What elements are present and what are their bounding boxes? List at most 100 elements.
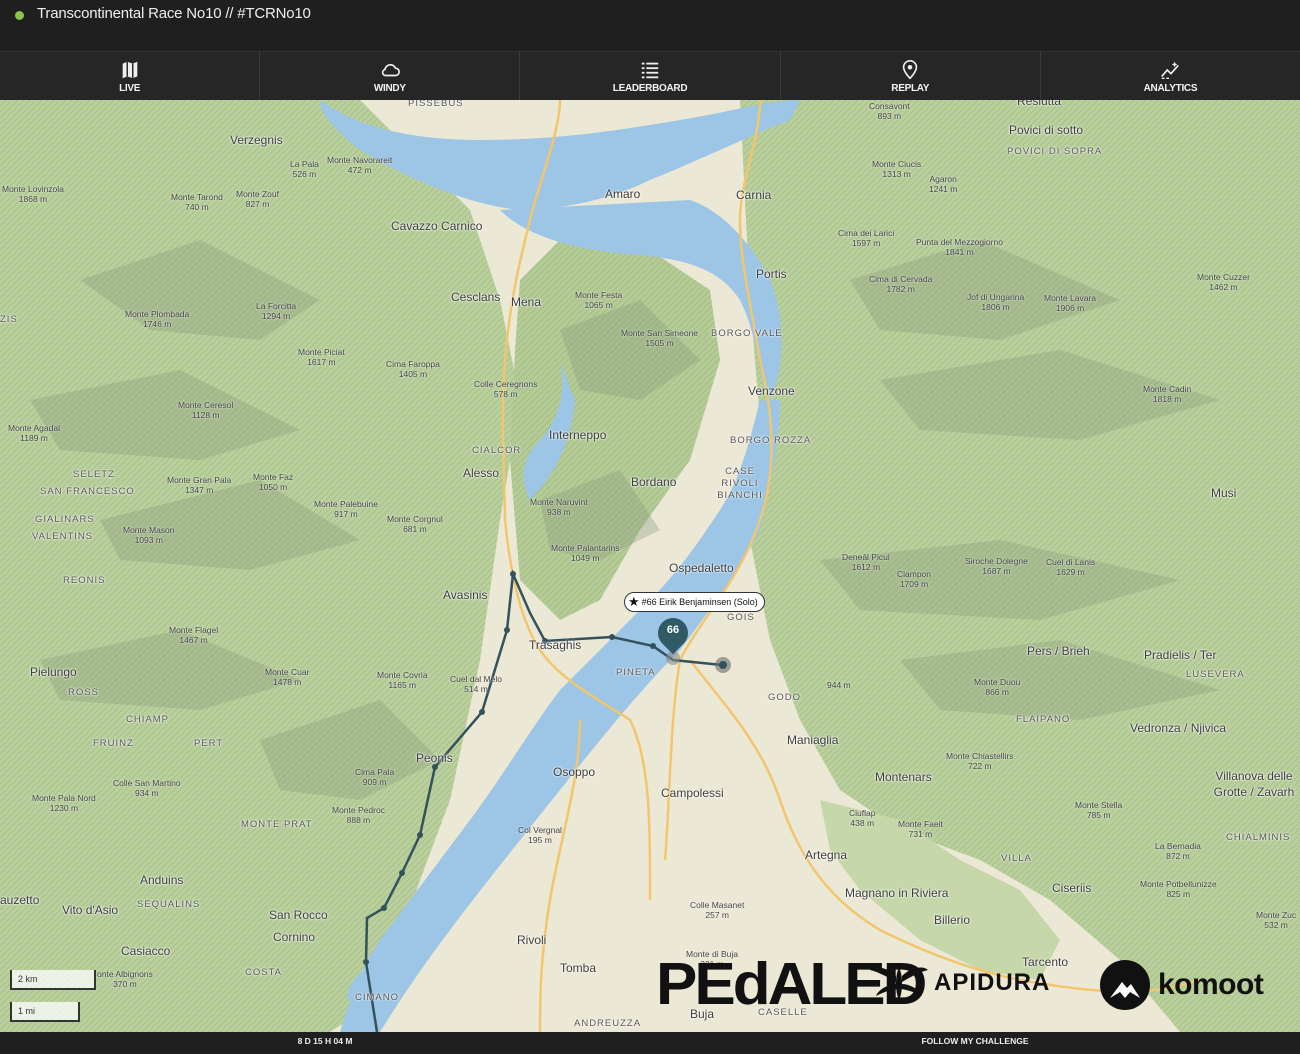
peak-label: Monte Pala Nord 1230 m: [32, 793, 96, 813]
place-label: Artegna: [805, 848, 848, 862]
komoot-logo[interactable]: komoot: [1100, 960, 1264, 1010]
place-label: SAN FRANCESCO: [40, 486, 135, 497]
place-label: Carnia: [736, 188, 772, 202]
place-label: Cornino: [273, 930, 316, 944]
place-label: Pradielis / Ter: [1144, 648, 1217, 662]
komoot-text: komoot: [1158, 968, 1264, 1001]
main-nav: LIVE WINDY LEADERBOARD REPLAY ANALYTICS: [0, 51, 1300, 100]
tab-replay-label: REPLAY: [891, 82, 930, 94]
peak-label: Monte Covria 1165 m: [377, 670, 428, 690]
place-label: Cesclans: [451, 290, 501, 304]
race-map[interactable]: PISSEBUS Verzegnis Amaro Carnia Cavazzo …: [0, 100, 1300, 1032]
peak-label: Monte Flagel 1467 m: [169, 625, 219, 645]
place-label: Villanova delle Grotte / Zavarh: [1213, 769, 1295, 799]
place-label: ZIS: [0, 314, 18, 325]
peak-label: Monte Pedroc 888 m: [332, 805, 385, 825]
place-label: Interneppo: [549, 428, 607, 442]
place-label: FRUINZ: [93, 738, 134, 749]
place-label: Pers / Brieh: [1027, 644, 1090, 658]
peak-label: onte Albignons 370 m: [97, 969, 153, 989]
title-bar: Transcontinental Race No10 // #TCRNo10: [0, 0, 1300, 50]
tab-live-label: LIVE: [119, 82, 141, 94]
peak-label: 944 m: [827, 680, 851, 690]
place-label: Vedronza / Njivica: [1130, 721, 1227, 735]
tab-windy-label: WINDY: [373, 82, 406, 94]
peak-label: Monte Plombada 1746 m: [125, 309, 190, 329]
tab-analytics-label: ANALYTICS: [1143, 82, 1198, 94]
peak-label: La Bernadia 872 m: [1155, 841, 1201, 861]
tab-windy[interactable]: WINDY: [260, 52, 521, 100]
peak-label: Monte San Simeone 1505 m: [621, 328, 699, 348]
peak-label: Col Vergnal 195 m: [518, 825, 562, 845]
peak-label: Monte Faz 1050 m: [253, 472, 294, 492]
peak-label: Monte Chiastellirs 722 m: [946, 751, 1014, 771]
place-label: CHIAMP: [126, 714, 169, 725]
place-label: Resiutta: [1017, 100, 1062, 108]
place-label: PINETA: [616, 667, 656, 678]
place-label: GIALINARS: [35, 514, 95, 525]
place-label: LUSEVERA: [1186, 669, 1245, 680]
peak-label: Monte Palebuine 917 m: [314, 499, 378, 519]
peak-label: Monte Stella 785 m: [1075, 800, 1123, 820]
place-label: Montenars: [875, 770, 932, 784]
peak-label: Monte Corgnul 681 m: [387, 514, 443, 534]
peak-label: Monte Zouf 827 m: [236, 189, 279, 209]
place-label: BORGO VALE: [711, 328, 783, 339]
komoot-mark-icon: [1100, 960, 1150, 1010]
app-title: Transcontinental Race No10 // #TCRNo10: [37, 5, 311, 22]
tab-analytics[interactable]: ANALYTICS: [1041, 52, 1300, 100]
place-label: COSTA: [245, 967, 283, 978]
peak-label: Monte Piciat 1617 m: [298, 347, 345, 367]
place-label: Povici di sotto: [1009, 123, 1084, 137]
peak-label: Monte Lavara 1906 m: [1044, 293, 1096, 313]
place-label: ROSS: [68, 687, 99, 698]
place-label: PERT: [194, 738, 224, 749]
place-label: Verzegnis: [230, 133, 283, 147]
scale-metric: 2 km: [10, 970, 96, 990]
peak-label: Monte Duou 866 m: [974, 677, 1021, 697]
peak-label: Monte Gran Pala 1347 m: [167, 475, 232, 495]
peak-label: Colle San Martino 934 m: [113, 778, 181, 798]
rider-label[interactable]: ★ #66 Eirik Benjaminsen (Solo): [624, 592, 765, 612]
rider-name: #66 Eirik Benjaminsen (Solo): [641, 597, 758, 607]
place-label: FLAIPANO: [1016, 714, 1071, 725]
peak-label: Cima di Cervada 1782 m: [869, 274, 933, 294]
peak-label: Ciuflap 438 m: [849, 808, 876, 828]
place-label: Cavazzo Carnico: [391, 219, 483, 233]
place-label: GOIS: [727, 612, 755, 623]
place-label: CIMANO: [355, 992, 399, 1003]
place-label: CASE RIVOLI BIANCHI: [717, 466, 763, 501]
list-icon: [641, 62, 659, 78]
peak-label: Monte Ceresol 1128 m: [178, 400, 234, 420]
peak-label: Colle Ceregnons 578 m: [474, 379, 538, 399]
apidura-text: APIDURA: [934, 969, 1051, 996]
follow-challenge-link[interactable]: FOLLOW MY CHALLENGE: [650, 1032, 1300, 1054]
peak-label: Monte Lovinzola 1868 m: [2, 184, 64, 204]
peak-label: Jof di Ungarina 1806 m: [967, 292, 1025, 312]
place-label: Venzone: [748, 384, 795, 398]
tab-replay[interactable]: REPLAY: [781, 52, 1041, 100]
place-label: Vito d'Asio: [62, 903, 119, 917]
place-label: PISSEBUS: [408, 100, 464, 109]
peak-label: Monte Ciucis 1313 m: [872, 159, 922, 179]
place-label: GODO: [768, 692, 802, 703]
peak-label: Monte Zuc 532 m: [1256, 910, 1297, 930]
place-label: Pielungo: [30, 665, 77, 679]
place-label: Ospedaletto: [669, 561, 734, 575]
apidura-logo[interactable]: APIDURA: [868, 962, 1050, 1004]
place-label: Portis: [756, 267, 787, 281]
tab-live[interactable]: LIVE: [0, 52, 261, 100]
chart-sparkle-icon: [1161, 61, 1180, 79]
place-label: Casiacco: [121, 944, 171, 958]
terrain-layer: [0, 100, 1300, 1032]
peak-label: Monte Potbellunizze 825 m: [1140, 879, 1217, 899]
peak-label: Cima Faroppa 1405 m: [386, 359, 440, 379]
peak-label: Monte Cadin 1818 m: [1143, 384, 1192, 404]
peak-label: Monte Cuar 1478 m: [265, 667, 310, 687]
place-label: Rivoli: [517, 933, 547, 947]
peak-label: Monte Mason 1093 m: [123, 525, 175, 545]
peak-label: Consavont 893 m: [869, 101, 910, 121]
tab-leaderboard[interactable]: LEADERBOARD: [520, 52, 781, 100]
peak-label: Monte Tarond 740 m: [171, 192, 223, 212]
place-label: Mena: [511, 295, 542, 309]
